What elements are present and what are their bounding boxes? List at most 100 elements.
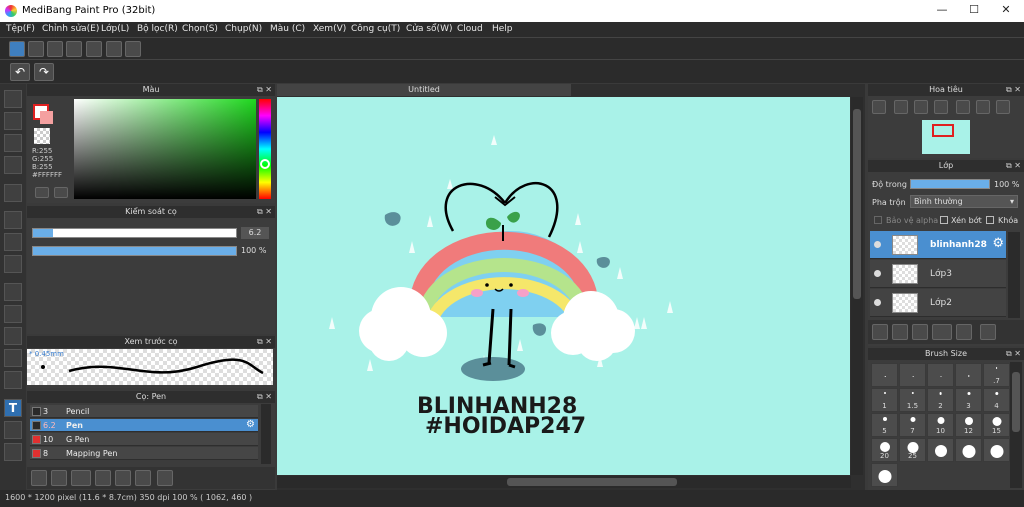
blend-mode-select[interactable]: Bình thường ▾ — [910, 195, 1018, 208]
menu-cloud[interactable]: Cloud — [457, 24, 483, 34]
rotate-right-icon[interactable] — [996, 100, 1010, 114]
brush-size-slider[interactable] — [32, 228, 237, 238]
grid-icon[interactable] — [125, 41, 141, 57]
gear-icon[interactable]: ⚙ — [992, 236, 1004, 251]
scrollbar[interactable] — [261, 404, 271, 464]
folder-icon[interactable] — [115, 470, 131, 486]
new-brush-icon[interactable] — [51, 470, 67, 486]
page-icon[interactable] — [86, 41, 102, 57]
brush-size-scroll-thumb[interactable] — [1012, 372, 1020, 432]
hue-handle[interactable] — [260, 159, 270, 169]
menu-tools[interactable]: Công cụ(T) — [351, 24, 400, 34]
gradient-tool-icon[interactable] — [4, 255, 22, 273]
list-icon[interactable] — [106, 41, 122, 57]
new-halftone-layer-icon[interactable] — [892, 324, 908, 340]
panel-close-icon[interactable]: ⧉ ✕ — [257, 206, 272, 218]
brush-size-cell[interactable]: 15 — [983, 413, 1010, 437]
maximize-button[interactable]: ☐ — [966, 3, 982, 16]
brush-size-cell[interactable]: 2 — [927, 388, 954, 412]
background-color-swatch[interactable] — [40, 111, 53, 124]
navigator-viewport[interactable] — [932, 124, 954, 137]
chat-icon[interactable] — [66, 41, 82, 57]
layer-opacity-slider[interactable] — [910, 179, 990, 189]
layer-visibility-icon[interactable] — [874, 241, 881, 248]
duplicate-layer-icon[interactable] — [980, 324, 996, 340]
brush-size-cell[interactable] — [899, 363, 926, 387]
line-tool-icon[interactable] — [4, 156, 22, 174]
brush-list-item[interactable]: 3 Pencil — [30, 405, 258, 418]
brush-size-cell[interactable]: 7 — [899, 413, 926, 437]
brush-size-cell[interactable] — [927, 363, 954, 387]
lasso-tool-icon[interactable] — [4, 305, 22, 323]
brush-menu-icon[interactable] — [71, 470, 91, 486]
panel-close-icon[interactable]: ⧉ ✕ — [1006, 348, 1021, 360]
menu-file[interactable]: Tệp(F) — [6, 24, 35, 34]
brush-size-value[interactable]: 6.2 — [241, 227, 269, 239]
menu-window[interactable]: Cửa sổ(W) — [406, 24, 452, 34]
copy-brush-icon[interactable] — [95, 470, 111, 486]
vertical-scrollbar[interactable] — [851, 97, 863, 475]
brush-list-item[interactable]: 6.2 Pen ⚙ — [30, 419, 258, 432]
brush-size-cell[interactable] — [871, 463, 898, 487]
brush-size-cell[interactable]: 10 — [927, 413, 954, 437]
fill-rect-tool-icon[interactable] — [4, 211, 22, 229]
menu-color[interactable]: Màu (C) — [270, 24, 305, 34]
comment-icon[interactable] — [47, 41, 63, 57]
gear-icon[interactable]: ⚙ — [246, 419, 255, 430]
panel-close-icon[interactable]: ⧉ ✕ — [257, 336, 272, 348]
brush-size-scrollbar[interactable] — [1010, 362, 1022, 488]
palette-icon[interactable] — [35, 187, 49, 198]
menu-filter[interactable]: Bộ lọc(R) — [137, 24, 178, 34]
brush-size-cell[interactable] — [927, 438, 954, 462]
select-eraser-tool-icon[interactable] — [4, 371, 22, 389]
transparent-swatch[interactable] — [34, 128, 50, 144]
menu-select[interactable]: Chọn(S) — [182, 24, 218, 34]
magic-wand-tool-icon[interactable] — [4, 327, 22, 345]
eraser-tool-icon[interactable] — [4, 112, 22, 130]
brush-list-item[interactable]: 10 G Pen — [30, 433, 258, 446]
text-tool-icon[interactable]: T — [4, 399, 22, 417]
bucket-tool-icon[interactable] — [4, 233, 22, 251]
layer-row[interactable]: Lớp3 — [870, 260, 1006, 288]
add-brush-icon[interactable] — [31, 470, 47, 486]
brush-size-cell[interactable]: 3 — [955, 388, 982, 412]
fit-icon[interactable] — [914, 100, 928, 114]
brush-size-cell[interactable]: 25 — [899, 438, 926, 462]
saturation-value-picker[interactable] — [74, 99, 256, 199]
eyedropper-tool-icon[interactable] — [4, 443, 22, 461]
brush-list-item[interactable]: 8 Mapping Pen — [30, 447, 258, 460]
protect-alpha-checkbox[interactable] — [874, 216, 882, 224]
brush-tool-icon[interactable] — [4, 90, 22, 108]
menu-view[interactable]: Xem(V) — [313, 24, 346, 34]
redo-icon[interactable]: ↷ — [34, 63, 54, 81]
rotate-reset-icon[interactable] — [976, 100, 990, 114]
rotate-left-icon[interactable] — [956, 100, 970, 114]
lock-checkbox[interactable] — [986, 216, 994, 224]
layer-visibility-icon[interactable] — [874, 299, 881, 306]
cloud-icon[interactable] — [9, 41, 25, 57]
minimize-button[interactable]: — — [934, 3, 950, 16]
layer-row[interactable]: Lớp2 — [870, 289, 1006, 317]
layer-visibility-icon[interactable] — [874, 270, 881, 277]
duplicate-icon[interactable] — [135, 470, 151, 486]
menu-edit[interactable]: Chỉnh sửa(E) — [42, 24, 99, 34]
close-button[interactable]: ✕ — [998, 3, 1014, 16]
brush-size-cell[interactable] — [955, 363, 982, 387]
new-layer-icon[interactable] — [872, 324, 888, 340]
trash-icon[interactable] — [157, 470, 173, 486]
brush-size-cell[interactable]: 1.5 — [899, 388, 926, 412]
color-wheel-icon[interactable] — [54, 187, 68, 198]
add-layer-menu-icon[interactable] — [932, 324, 952, 340]
navigator-thumbnail[interactable] — [922, 120, 970, 154]
new-8bit-layer-icon[interactable] — [912, 324, 928, 340]
brush-opacity-slider[interactable] — [32, 246, 237, 256]
zoom-in-icon[interactable] — [872, 100, 886, 114]
drawing-canvas[interactable]: BLINHANH28 #HOIDAP247 — [277, 97, 850, 475]
brush-size-cell[interactable]: 20 — [871, 438, 898, 462]
layer-row[interactable]: blinhanh28 ⚙ — [870, 231, 1006, 259]
undo-icon[interactable]: ↶ — [10, 63, 30, 81]
operation-tool-icon[interactable] — [4, 421, 22, 439]
brush-size-cell[interactable] — [955, 438, 982, 462]
panel-close-icon[interactable]: ⧉ ✕ — [257, 84, 272, 96]
panel-close-icon[interactable]: ⧉ ✕ — [257, 391, 272, 403]
